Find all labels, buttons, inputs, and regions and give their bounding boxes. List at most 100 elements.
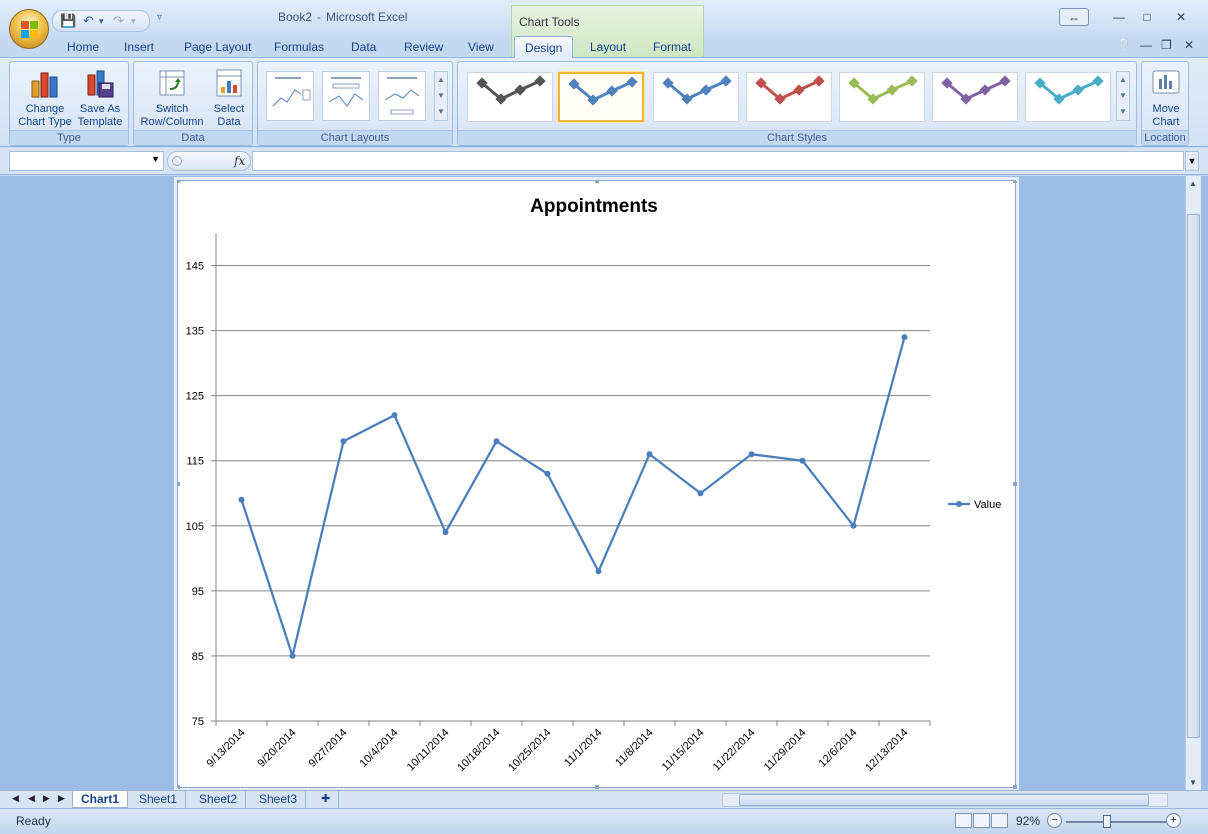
normal-view-icon[interactable] xyxy=(955,813,972,828)
vertical-scrollbar[interactable]: ▲ ▼ xyxy=(1185,176,1201,790)
expand-formula-bar-icon[interactable]: ▼ xyxy=(1185,151,1199,171)
chart-layouts-label: Chart Layouts xyxy=(258,130,452,145)
tab-review[interactable]: Review xyxy=(404,40,443,54)
chart-style-thumb[interactable] xyxy=(1025,72,1111,122)
x-tick-label: 9/27/2014 xyxy=(307,727,350,770)
name-box-dropdown-icon[interactable]: ▼ xyxy=(151,154,160,164)
undo-dropdown-icon[interactable]: ▾ xyxy=(99,16,104,27)
chart-style-thumb[interactable] xyxy=(932,72,1018,122)
chart-layout-3[interactable] xyxy=(378,71,426,121)
data-point xyxy=(493,438,500,445)
chart-style-thumb[interactable] xyxy=(653,72,739,122)
switch-row-column-button[interactable]: Switch Row/Column xyxy=(137,67,207,129)
y-tick-label: 145 xyxy=(186,261,204,273)
chart-layout-2[interactable] xyxy=(322,71,370,121)
tab-design[interactable]: Design xyxy=(514,36,574,58)
data-point xyxy=(901,334,908,341)
resize-handle xyxy=(178,482,180,486)
insert-function-area: fx xyxy=(167,151,251,171)
close-button[interactable]: ✕ xyxy=(1167,8,1195,26)
y-tick-label: 105 xyxy=(186,521,204,533)
undo-icon[interactable]: ↶ xyxy=(83,13,94,29)
zoom-slider-thumb[interactable] xyxy=(1103,815,1111,828)
tab-insert[interactable]: Insert xyxy=(124,40,154,54)
chart-style-thumb[interactable] xyxy=(746,72,832,122)
x-tick-label: 10/18/2014 xyxy=(455,727,502,774)
zoom-level[interactable]: 92% xyxy=(1016,814,1040,828)
sheet-tab-sheet2[interactable]: Sheet2 xyxy=(191,791,247,808)
select-data-button[interactable]: Select Data xyxy=(208,67,250,129)
formula-input[interactable] xyxy=(252,151,1184,171)
horizontal-scroll-thumb[interactable] xyxy=(739,794,1149,806)
office-button[interactable] xyxy=(9,9,49,49)
chart-style-thumb[interactable] xyxy=(467,72,553,122)
data-point xyxy=(442,529,449,536)
zoom-out-icon[interactable]: − xyxy=(1047,813,1062,828)
redo-dropdown-icon[interactable]: ▾ xyxy=(131,16,136,27)
resize-handle xyxy=(178,785,180,789)
help-icon[interactable]: ❔ xyxy=(1117,38,1132,52)
style-line xyxy=(1039,79,1099,101)
scroll-down-icon: ▼ xyxy=(1119,91,1127,100)
name-box[interactable]: ▼ xyxy=(9,151,164,171)
move-chart-button[interactable]: Move Chart xyxy=(1144,67,1188,129)
scroll-up-icon: ▲ xyxy=(437,75,445,84)
horizontal-scrollbar[interactable] xyxy=(722,793,1168,807)
quick-access-toolbar: 💾 ↶ ▾ ↷ ▾ xyxy=(52,10,150,32)
restore-ribbon-icon[interactable]: ⇔ xyxy=(1059,8,1089,26)
tab-format[interactable]: Format xyxy=(653,40,691,54)
ribbon-restore-icon[interactable]: ❐ xyxy=(1161,38,1172,52)
change-chart-type-button[interactable]: Change Chart Type xyxy=(16,67,74,129)
customize-qat-icon[interactable]: ▿ xyxy=(157,12,162,23)
chart-styles-scroll[interactable]: ▲ ▼ ▼ xyxy=(1116,71,1130,121)
data-group: Switch Row/Column Select Data Data xyxy=(133,61,253,146)
last-sheet-icon[interactable]: ▶ xyxy=(58,793,65,804)
data-point xyxy=(340,438,347,445)
resize-handle xyxy=(595,181,599,183)
y-tick-label: 85 xyxy=(192,651,204,663)
vertical-scroll-thumb[interactable] xyxy=(1187,214,1200,738)
next-sheet-icon[interactable]: ▶ xyxy=(43,793,50,804)
tab-data[interactable]: Data xyxy=(351,40,376,54)
tab-formulas[interactable]: Formulas xyxy=(274,40,324,54)
sheet-tab-chart1[interactable]: Chart1 xyxy=(72,791,129,808)
tab-layout[interactable]: Layout xyxy=(590,40,626,54)
page-layout-view-icon[interactable] xyxy=(973,813,990,828)
legend-label: Value xyxy=(974,499,1001,511)
minimize-button[interactable]: — xyxy=(1105,8,1133,26)
sheet-tab-sheet3[interactable]: Sheet3 xyxy=(251,791,307,808)
chart-style-thumb-selected[interactable] xyxy=(558,72,644,122)
page-break-preview-icon[interactable] xyxy=(991,813,1008,828)
resize-grip-icon[interactable] xyxy=(172,156,182,166)
save-icon[interactable]: 💾 xyxy=(60,13,76,29)
insert-sheet-icon[interactable]: ✚ xyxy=(313,791,340,808)
chart-layout-1[interactable] xyxy=(266,71,314,121)
scroll-down-icon: ▼ xyxy=(437,91,445,100)
first-sheet-icon[interactable]: ◀ xyxy=(12,793,19,804)
chart-area[interactable]: Appointments 75 85 95 105 115 125 135 145 9/13/20… xyxy=(177,180,1017,789)
data-point xyxy=(646,451,653,458)
chart-layouts-group: ▲ ▼ ▼ Chart Layouts xyxy=(257,61,453,146)
style-marker xyxy=(979,84,991,96)
prev-sheet-icon[interactable]: ◀ xyxy=(28,793,35,804)
x-tick-label: 11/15/2014 xyxy=(660,727,707,774)
maximize-button[interactable]: □ xyxy=(1133,8,1161,26)
chart-style-thumb[interactable] xyxy=(839,72,925,122)
resize-handle xyxy=(1013,181,1017,183)
save-as-template-button[interactable]: Save As Template xyxy=(74,67,126,129)
zoom-slider[interactable] xyxy=(1066,821,1166,823)
data-point xyxy=(595,568,602,575)
zoom-in-icon[interactable]: + xyxy=(1166,813,1181,828)
tab-page-layout[interactable]: Page Layout xyxy=(184,40,251,54)
style-marker xyxy=(886,84,898,96)
sheet-tab-sheet1[interactable]: Sheet1 xyxy=(131,791,187,808)
ribbon-minimize-icon[interactable]: — xyxy=(1140,38,1152,52)
tab-view[interactable]: View xyxy=(468,40,494,54)
ribbon-close-icon[interactable]: ✕ xyxy=(1184,38,1194,52)
insert-function-icon[interactable]: fx xyxy=(234,154,245,168)
x-tick-label: 10/25/2014 xyxy=(506,727,553,774)
redo-icon[interactable]: ↷ xyxy=(113,13,124,29)
location-group: Move Chart Location xyxy=(1141,61,1189,146)
tab-home[interactable]: Home xyxy=(67,40,99,54)
chart-layouts-scroll[interactable]: ▲ ▼ ▼ xyxy=(434,71,448,121)
